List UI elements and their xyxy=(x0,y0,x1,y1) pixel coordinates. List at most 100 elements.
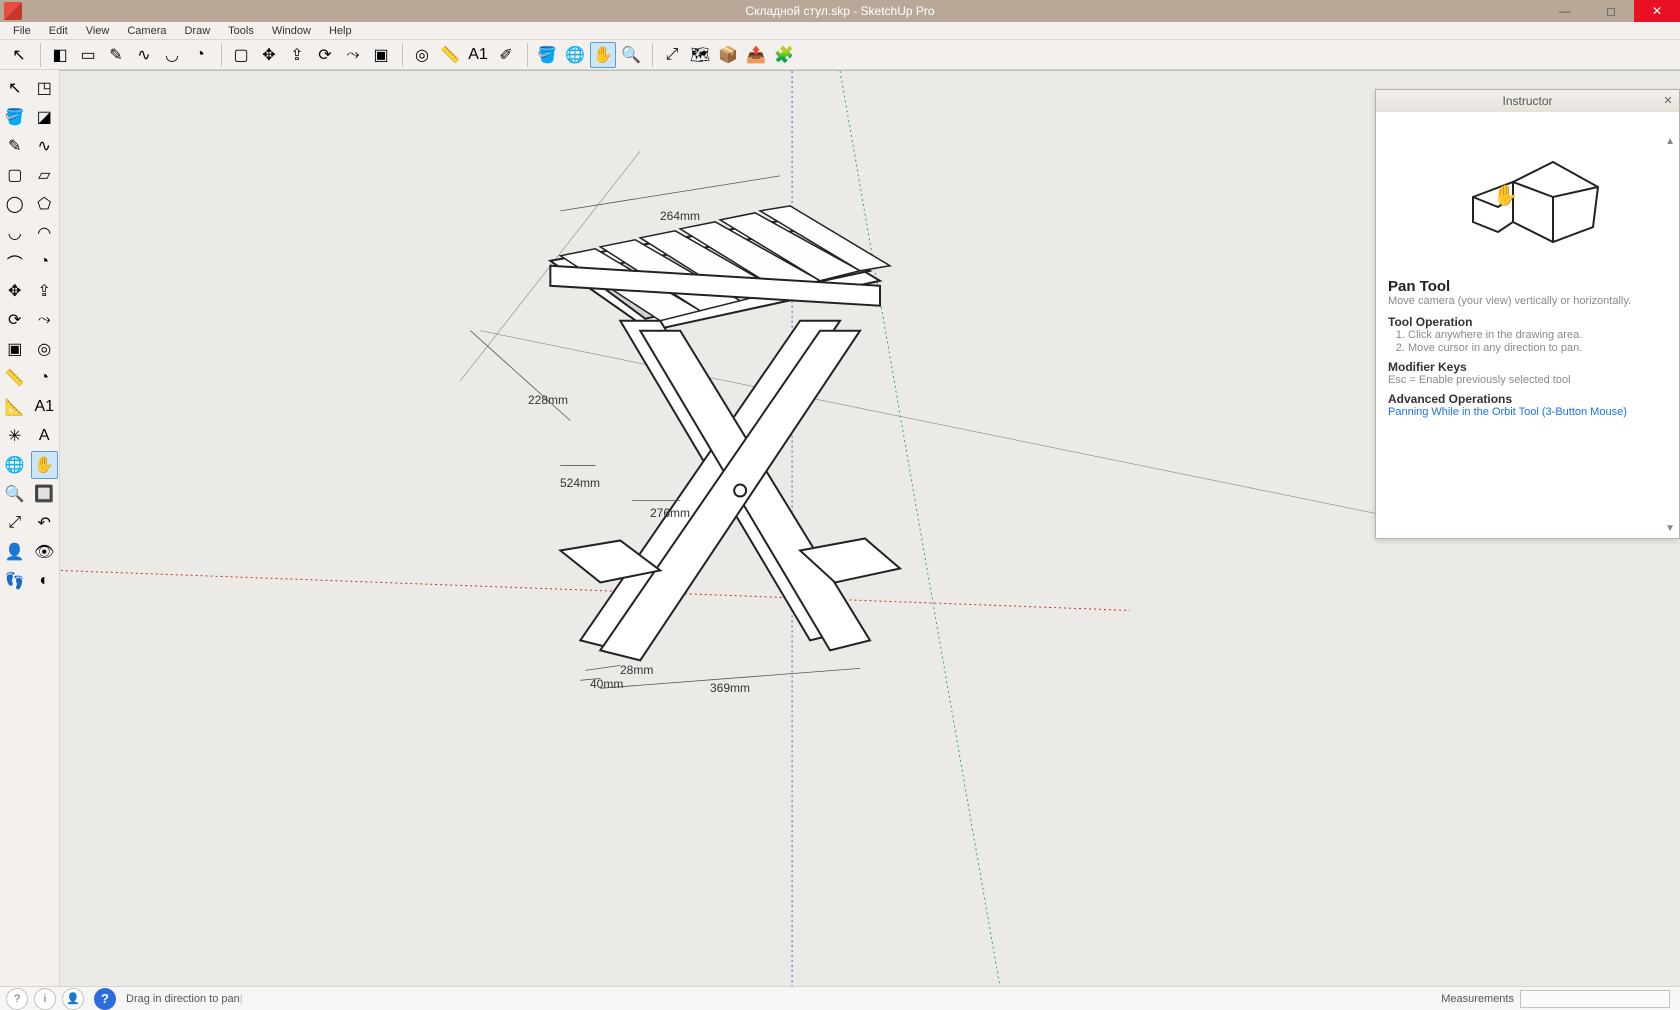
getmodels-icon[interactable]: 📦 xyxy=(715,42,741,68)
menu-edit[interactable]: Edit xyxy=(40,25,77,37)
instructor-op-1: Click anywhere in the drawing area. xyxy=(1408,329,1667,341)
drawing-canvas[interactable]: 264mm 228mm 524mm 276mm 369mm 28mm 40mm … xyxy=(60,70,1680,986)
line2-icon[interactable]: ✎ xyxy=(1,132,29,160)
minimize-button[interactable]: — xyxy=(1542,0,1588,22)
select-icon[interactable]: ↖ xyxy=(1,74,29,102)
zoom-icon[interactable]: 🔍 xyxy=(618,42,644,68)
scale-icon[interactable]: ▣ xyxy=(368,42,394,68)
status-btn-3[interactable]: 👤 xyxy=(62,988,84,1010)
rotate-icon[interactable]: ⟳ xyxy=(312,42,338,68)
status-btn-1[interactable]: ? xyxy=(6,988,28,1010)
status-bar: ? i 👤 ? Drag in direction to pan | Measu… xyxy=(0,986,1680,1010)
menu-draw[interactable]: Draw xyxy=(175,25,219,37)
circle-icon[interactable]: ◯ xyxy=(1,190,29,218)
paint-icon[interactable]: 🪣 xyxy=(534,42,560,68)
window-title: Складной стул.skp - SketchUp Pro xyxy=(745,4,934,18)
zoom-extents-icon[interactable]: ⤢ xyxy=(659,42,685,68)
menu-tools[interactable]: Tools xyxy=(219,25,263,37)
menu-window[interactable]: Window xyxy=(263,25,320,37)
pie-icon[interactable]: ◔ xyxy=(187,42,213,68)
move2-icon[interactable]: ✥ xyxy=(1,277,29,305)
instructor-op-2: Move cursor in any direction to pan. xyxy=(1408,342,1667,354)
freehand2-icon[interactable]: ∿ xyxy=(31,132,59,160)
rotated-rect-icon[interactable]: ▱ xyxy=(31,161,59,189)
title-bar: Складной стул.skp - SketchUp Pro — ◻ ✕ xyxy=(0,0,1680,22)
extension-icon[interactable]: 🧩 xyxy=(771,42,797,68)
paintbucket-icon[interactable]: 🪣 xyxy=(1,103,29,131)
dim-40: 40mm xyxy=(590,677,623,691)
offset2-icon[interactable]: ◎ xyxy=(31,335,59,363)
move-icon[interactable]: ✥ xyxy=(256,42,282,68)
edge-style-icon[interactable]: ▭ xyxy=(75,42,101,68)
text2-icon[interactable]: A1 xyxy=(31,393,59,421)
tape-icon[interactable]: 📏 xyxy=(437,42,463,68)
dim-524: 524mm xyxy=(560,476,600,490)
dim-228: 228mm xyxy=(528,393,568,407)
instructor-illustration: ✋ xyxy=(1388,122,1667,272)
zoomext2-icon[interactable]: ⤢ xyxy=(1,509,29,537)
axes-icon[interactable]: ✳ xyxy=(1,422,29,450)
section-icon[interactable]: ◐ xyxy=(31,567,59,595)
zoom2-icon[interactable]: 🔍 xyxy=(1,480,29,508)
scroll-down-icon[interactable]: ▼ xyxy=(1665,523,1675,534)
eraser-icon[interactable]: ◧ xyxy=(47,42,73,68)
addlocation-icon[interactable]: 🗺 xyxy=(687,42,713,68)
walk-icon[interactable]: 👣 xyxy=(1,567,29,595)
app-icon xyxy=(4,2,22,20)
instructor-adv-link[interactable]: Panning While in the Orbit Tool (3-Butto… xyxy=(1388,406,1627,418)
pushpull-icon[interactable]: ⇪ xyxy=(284,42,310,68)
dimension2-icon[interactable]: 📐 xyxy=(1,393,29,421)
pan-icon[interactable]: ✋ xyxy=(590,42,616,68)
menu-help[interactable]: Help xyxy=(320,25,361,37)
menu-file[interactable]: File xyxy=(4,25,40,37)
threearc-icon[interactable]: ⌒ xyxy=(1,248,29,276)
arc2-icon[interactable]: ◡ xyxy=(1,219,29,247)
pushpull2-icon[interactable]: ⇪ xyxy=(31,277,59,305)
tape2-icon[interactable]: 📏 xyxy=(1,364,29,392)
instructor-tool-desc: Move camera (your view) vertically or ho… xyxy=(1388,295,1667,307)
followme-icon[interactable]: ⤳ xyxy=(340,42,366,68)
makecomp-icon[interactable]: ◳ xyxy=(31,74,59,102)
dim-369: 369mm xyxy=(710,681,750,695)
freehand-icon[interactable]: ∿ xyxy=(131,42,157,68)
select-arrow-icon[interactable]: ↖ xyxy=(6,42,32,68)
3dtext-icon[interactable]: A xyxy=(31,422,59,450)
followme2-icon[interactable]: ⤳ xyxy=(31,306,59,334)
orbit2-icon[interactable]: 🌐 xyxy=(1,451,29,479)
pie2-icon[interactable]: ◔ xyxy=(31,248,59,276)
line-icon[interactable]: ✎ xyxy=(103,42,129,68)
maximize-button[interactable]: ◻ xyxy=(1588,0,1634,22)
pan2-icon[interactable]: ✋ xyxy=(31,451,59,479)
orbit-icon[interactable]: 🌐 xyxy=(562,42,588,68)
dim-276: 276mm xyxy=(650,506,690,520)
scroll-up-icon[interactable]: ▲ xyxy=(1665,136,1675,147)
rectangle-icon[interactable]: ▢ xyxy=(228,42,254,68)
close-button[interactable]: ✕ xyxy=(1634,0,1680,22)
position-camera-icon[interactable]: 👤 xyxy=(1,538,29,566)
offset-icon[interactable]: ◎ xyxy=(409,42,435,68)
text-icon[interactable]: ✐ xyxy=(493,42,519,68)
twoarc-icon[interactable]: ◠ xyxy=(31,219,59,247)
share-icon[interactable]: 📤 xyxy=(743,42,769,68)
rotate2-icon[interactable]: ⟳ xyxy=(1,306,29,334)
menu-camera[interactable]: Camera xyxy=(118,25,175,37)
protractor-icon[interactable]: ◔ xyxy=(31,364,59,392)
zoomwin-icon[interactable]: 🔲 xyxy=(31,480,59,508)
menu-bar: File Edit View Camera Draw Tools Window … xyxy=(0,22,1680,40)
measurements-input[interactable] xyxy=(1520,990,1670,1008)
rectangle2-icon[interactable]: ▢ xyxy=(1,161,29,189)
eraser2-icon[interactable]: ◪ xyxy=(31,103,59,131)
scale2-icon[interactable]: ▣ xyxy=(1,335,29,363)
instructor-header[interactable]: Instructor ✕ xyxy=(1376,90,1679,112)
arc-icon[interactable]: ◡ xyxy=(159,42,185,68)
status-btn-2[interactable]: i xyxy=(34,988,56,1010)
measurements-label: Measurements xyxy=(1441,993,1514,1005)
status-tip: Drag in direction to pan xyxy=(126,993,240,1005)
instructor-close-button[interactable]: ✕ xyxy=(1659,92,1677,110)
lookaround-icon[interactable]: 👁 xyxy=(31,538,59,566)
polygon-icon[interactable]: ⬠ xyxy=(31,190,59,218)
top-toolbar: ↖ ◧▭✎∿◡◔ ▢✥⇪⟳⤳▣ ◎📏A1✐ 🪣🌐✋🔍 ⤢🗺📦📤🧩 xyxy=(0,40,1680,70)
previous-icon[interactable]: ↶ xyxy=(31,509,59,537)
menu-view[interactable]: View xyxy=(77,25,119,37)
dimension-icon[interactable]: A1 xyxy=(465,42,491,68)
